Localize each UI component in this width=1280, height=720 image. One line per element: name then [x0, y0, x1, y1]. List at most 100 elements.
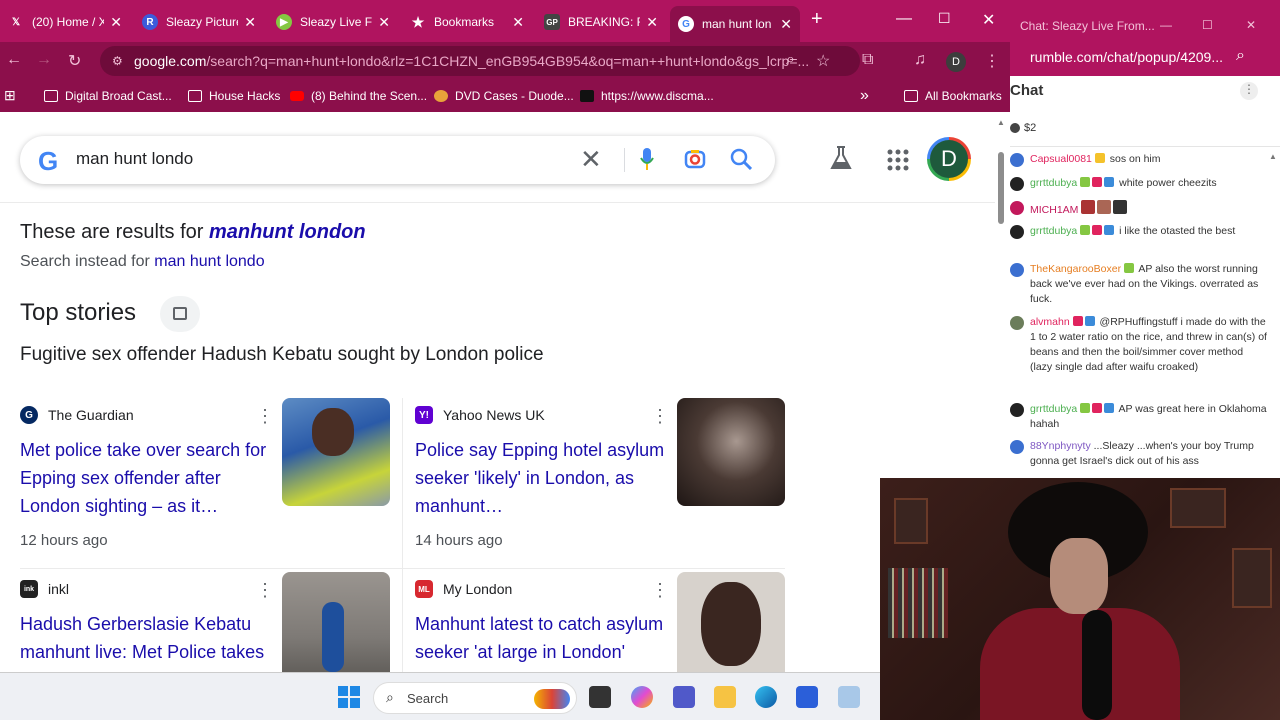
scroll-up-icon[interactable]: ▲ — [1269, 152, 1277, 161]
more-options-icon[interactable]: ⋮ — [256, 580, 274, 601]
teams-icon[interactable] — [673, 686, 695, 708]
news-thumbnail[interactable] — [677, 572, 785, 672]
chat-username[interactable]: alvmahn — [1030, 316, 1070, 328]
news-thumbnail[interactable] — [282, 398, 390, 506]
scrollbar-thumb[interactable] — [998, 152, 1004, 224]
tab-bookmarks[interactable]: ★ Bookmarks ✕ — [402, 8, 532, 36]
site-info-icon[interactable]: ⚙ — [112, 46, 123, 76]
more-options-icon[interactable]: ⋮ — [651, 580, 669, 601]
chat-username[interactable]: grrttdubya — [1030, 177, 1077, 189]
taskbar-search[interactable]: ⌕ Search — [373, 682, 577, 714]
user-avatar — [1010, 177, 1024, 191]
apps-grid-icon[interactable]: ⊞ — [4, 87, 16, 104]
app-icon[interactable] — [838, 686, 860, 708]
account-avatar[interactable]: D — [927, 137, 971, 181]
zoom-search-icon[interactable]: ⌕ — [786, 51, 795, 69]
forward-arrow-icon[interactable]: → — [36, 51, 52, 69]
address-bar[interactable]: ⚙ google.com/search?q=man+hunt+londo&rlz… — [100, 46, 860, 76]
cast-icon[interactable]: ⧉ — [862, 51, 873, 69]
news-card[interactable]: Y! Yahoo News UK ⋮ Police say Epping hot… — [415, 398, 785, 566]
minimize-icon[interactable]: — — [1160, 18, 1172, 32]
google-apps-icon[interactable] — [886, 148, 910, 172]
close-tab-icon[interactable]: ✕ — [244, 14, 256, 31]
more-options-icon[interactable]: ⋮ — [651, 406, 669, 427]
back-arrow-icon[interactable]: ← — [6, 51, 22, 69]
close-window-icon[interactable]: ✕ — [1246, 18, 1256, 32]
stories-expand-button[interactable] — [160, 296, 200, 332]
rant-pill[interactable]: $2 — [1010, 122, 1036, 134]
close-window-icon[interactable]: ✕ — [982, 10, 995, 30]
clear-search-icon[interactable]: ✕ — [580, 144, 602, 175]
tab-x-home[interactable]: 𝕏 (20) Home / X ✕ — [0, 8, 130, 36]
close-tab-icon[interactable]: ✕ — [378, 14, 390, 31]
tab-breaking[interactable]: GP BREAKING: FB ✕ — [536, 8, 666, 36]
tab-sleazy-pictures[interactable]: R Sleazy Pictures ✕ — [134, 8, 264, 36]
google-lens-icon[interactable] — [684, 148, 706, 170]
news-thumbnail[interactable] — [282, 572, 390, 672]
youtube-icon — [290, 91, 304, 101]
search-labs-icon[interactable] — [830, 146, 852, 170]
copilot-icon[interactable] — [631, 686, 653, 708]
task-view-icon[interactable] — [589, 686, 611, 708]
news-headline[interactable]: Hadush Gerberslasie Kebatu manhunt live:… — [20, 610, 270, 672]
bookmark-item[interactable]: House Hacks — [188, 89, 280, 103]
minimize-icon[interactable]: — — [896, 10, 912, 28]
store-icon[interactable] — [796, 686, 818, 708]
chat-message-list[interactable]: Capsual0081 sos on him grrttdubya white … — [1010, 150, 1268, 478]
chat-username[interactable]: MICH1AM — [1030, 204, 1078, 216]
profile-avatar[interactable]: D — [946, 52, 966, 72]
chat-scrollbar[interactable]: ▲ — [1268, 150, 1278, 470]
bookmark-item[interactable]: (8) Behind the Scen... — [290, 89, 427, 103]
chat-url[interactable]: rumble.com/chat/popup/4209... — [1030, 49, 1223, 65]
wall-poster — [894, 498, 928, 544]
chat-menu-icon[interactable]: ⋮ — [1240, 82, 1258, 100]
original-query-link[interactable]: man hunt londo — [154, 253, 264, 270]
star-icon: ★ — [411, 13, 425, 30]
tab-title: (20) Home / X — [32, 15, 105, 29]
news-card[interactable]: G The Guardian ⋮ Met police take over se… — [20, 398, 390, 566]
all-bookmarks-button[interactable]: All Bookmarks — [904, 89, 1002, 103]
new-tab-button[interactable]: + — [811, 8, 823, 31]
menu-kebab-icon[interactable]: ⋮ — [984, 51, 1000, 71]
chat-window-header: Chat: Sleazy Live From... — ☐ ✕ rumble.c… — [1010, 0, 1280, 76]
tab-google-search[interactable]: G man hunt lon ✕ — [670, 6, 800, 42]
bookmark-item[interactable]: Digital Broad Cast... — [44, 89, 172, 103]
media-icon[interactable]: ♫ — [914, 51, 926, 69]
news-headline[interactable]: Police say Epping hotel asylum seeker 'l… — [415, 436, 665, 520]
bookmarks-overflow-button[interactable]: » — [860, 87, 869, 105]
bookmark-star-icon[interactable]: ☆ — [816, 51, 830, 71]
r-logo-icon: R — [142, 14, 158, 30]
close-tab-icon[interactable]: ✕ — [646, 14, 658, 31]
news-headline[interactable]: Met police take over search for Epping s… — [20, 436, 270, 520]
close-tab-icon[interactable]: ✕ — [780, 16, 792, 33]
search-input[interactable]: man hunt londo — [76, 149, 193, 169]
edge-icon[interactable] — [755, 686, 777, 708]
chat-username[interactable]: Capsual0081 — [1030, 153, 1092, 165]
chat-username[interactable]: grrttdubya — [1030, 403, 1077, 415]
news-thumbnail[interactable] — [677, 398, 785, 506]
bookmark-item[interactable]: https://www.discma... — [580, 89, 714, 103]
search-icon[interactable] — [730, 148, 752, 170]
close-tab-icon[interactable]: ✕ — [110, 14, 122, 31]
news-card[interactable]: ink inkl ⋮ Hadush Gerberslasie Kebatu ma… — [20, 572, 390, 672]
news-headline[interactable]: Manhunt latest to catch asylum seeker 'a… — [415, 610, 665, 672]
more-options-icon[interactable]: ⋮ — [256, 406, 274, 427]
scroll-up-icon[interactable]: ▲ — [997, 118, 1005, 127]
chat-username[interactable]: TheKangarooBoxer — [1030, 263, 1121, 275]
reload-icon[interactable]: ↻ — [68, 51, 81, 71]
zoom-search-icon[interactable]: ⌕ — [1236, 47, 1245, 65]
maximize-icon[interactable]: ☐ — [938, 10, 951, 27]
bookmark-item[interactable]: DVD Cases - Duode... — [434, 89, 574, 103]
microphone-icon[interactable] — [640, 148, 654, 170]
chat-username[interactable]: grrttdubya — [1030, 225, 1077, 237]
news-card[interactable]: ML My London ⋮ Manhunt latest to catch a… — [415, 572, 785, 672]
tab-sleazy-live[interactable]: ▶ Sleazy Live Fr… ✕ — [268, 8, 398, 36]
close-tab-icon[interactable]: ✕ — [512, 14, 524, 31]
story-cluster-title[interactable]: Fugitive sex offender Hadush Kebatu soug… — [20, 344, 544, 366]
corrected-query-link[interactable]: manhunt london — [209, 221, 366, 243]
windows-start-icon[interactable] — [338, 686, 360, 708]
search-box[interactable]: G man hunt londo ✕ — [20, 136, 775, 184]
chat-username[interactable]: 88Ynphynyty — [1030, 440, 1091, 452]
file-explorer-icon[interactable] — [714, 686, 736, 708]
maximize-icon[interactable]: ☐ — [1202, 18, 1213, 32]
